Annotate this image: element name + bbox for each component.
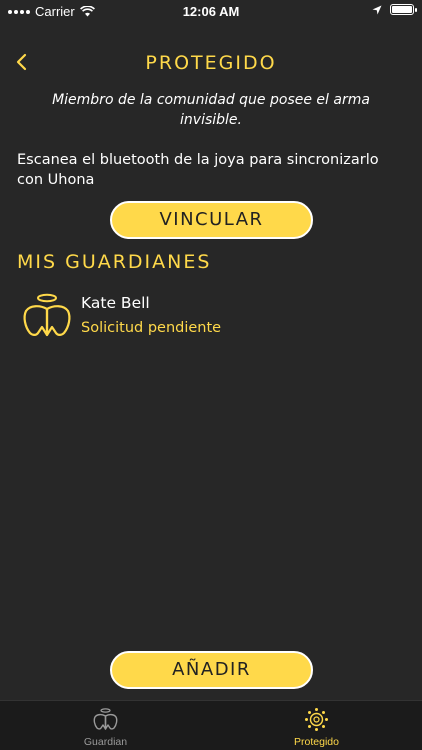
page-subtitle: Miembro de la comunidad que posee el arm…: [52, 92, 370, 128]
status-right: [372, 4, 417, 15]
angel-icon: [93, 708, 118, 730]
add-guardian-button[interactable]: AÑADIR: [110, 651, 313, 689]
battery-icon: [390, 4, 417, 15]
tab-protegido[interactable]: Protegido: [211, 701, 422, 750]
guardian-name: Kate Bell: [81, 294, 150, 312]
tab-protegido-label: Protegido: [294, 736, 339, 748]
angel-icon: [23, 293, 71, 337]
battery-fill: [392, 6, 412, 13]
status-bar: Carrier 12:06 AM: [0, 0, 422, 24]
sun-gear-icon: [305, 708, 328, 731]
tab-bar: Guardian Protegido: [0, 700, 422, 750]
bluetooth-instructions: Escanea el bluetooth de la joya para sin…: [17, 152, 379, 188]
tab-guardian[interactable]: Guardian: [0, 701, 211, 750]
status-time: 12:06 AM: [182, 4, 240, 19]
guardian-status: Solicitud pendiente: [81, 320, 222, 336]
page-title: PROTEGIDO: [145, 52, 277, 74]
location-arrow-icon: [372, 5, 382, 14]
link-button[interactable]: VINCULAR: [110, 201, 313, 239]
guardian-list-item[interactable]: Kate Bell Solicitud pendiente: [20, 288, 410, 344]
tab-guardian-label: Guardian: [83, 736, 128, 748]
guardians-section-title: MIS GUARDIANES: [17, 251, 212, 273]
